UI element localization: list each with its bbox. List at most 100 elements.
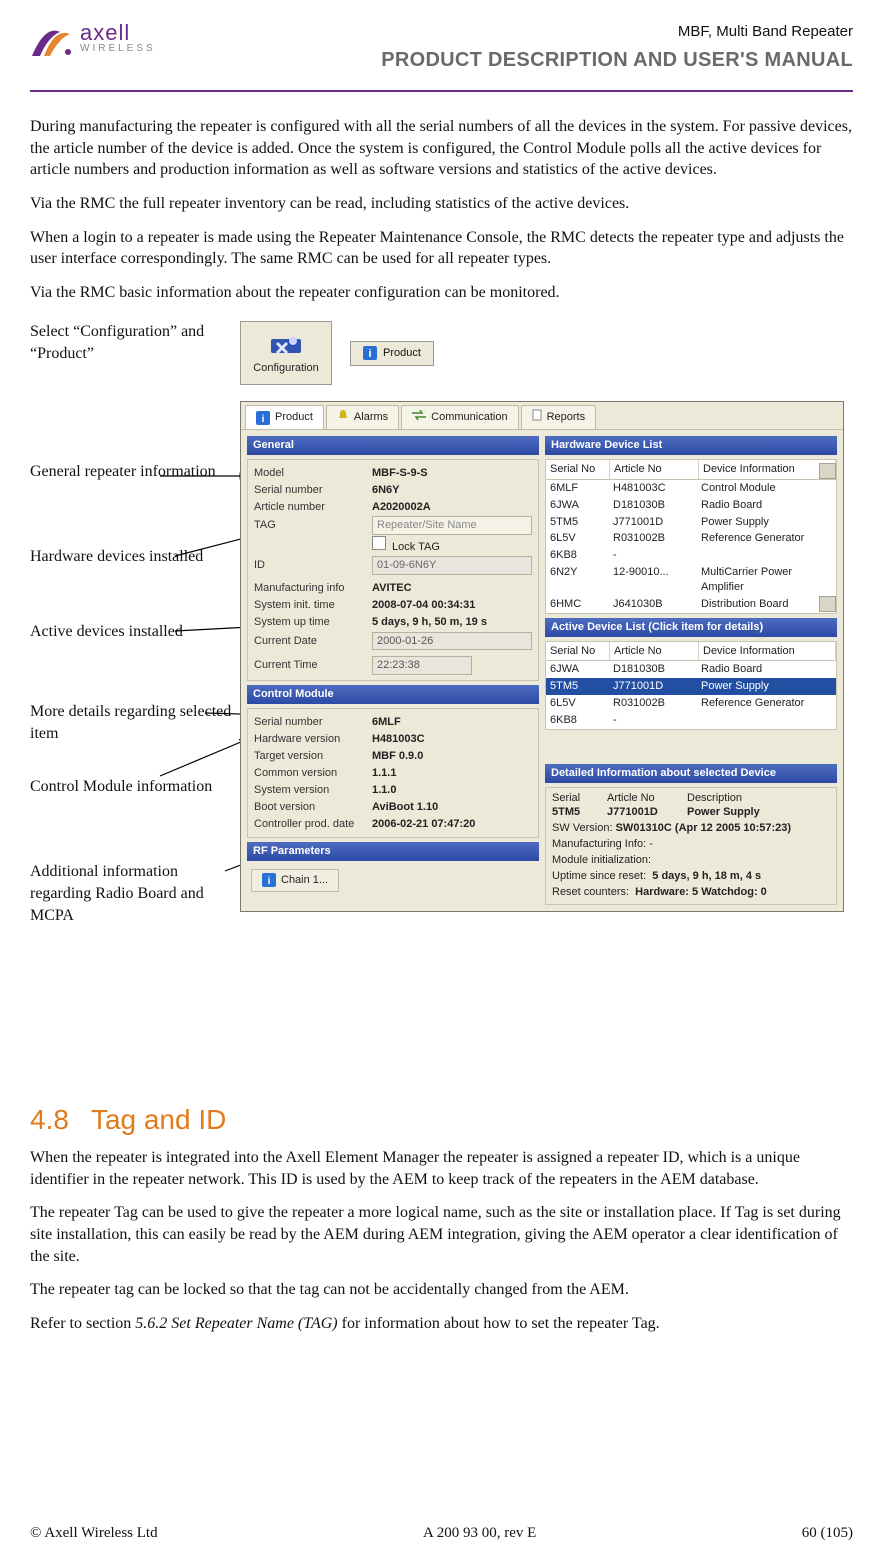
- tab-label: Communication: [431, 410, 507, 425]
- table-cell: R031002B: [609, 530, 697, 547]
- table-cell: 6KB8: [546, 547, 609, 564]
- tab-communication[interactable]: Communication: [401, 405, 518, 429]
- col-header: Device Information: [699, 642, 836, 661]
- tab-alarms[interactable]: Alarms: [326, 405, 399, 429]
- table-row[interactable]: 6KB8-: [546, 712, 836, 729]
- section-header-details: Detailed Information about selected Devi…: [545, 764, 837, 783]
- field-value: AVITEC: [372, 581, 412, 596]
- table-row[interactable]: 6KB8-: [546, 547, 836, 564]
- tab-bar: i Product Alarms Communication Reports: [241, 402, 843, 430]
- table-row[interactable]: 5TM5J771001DPower Supply: [546, 514, 836, 531]
- field-label: TAG: [254, 518, 372, 533]
- control-module-panel: Serial number6MLF Hardware versionH48100…: [247, 708, 539, 838]
- lock-tag-checkbox[interactable]: Lock TAG: [372, 536, 440, 555]
- field-label: SW Version:: [552, 822, 613, 834]
- table-cell: -: [609, 712, 697, 729]
- field-label: Article number: [254, 500, 372, 515]
- table-cell: D181030B: [609, 661, 697, 678]
- field-value: MBF-S-9-S: [372, 466, 428, 481]
- active-device-list[interactable]: Serial No Article No Device Information …: [545, 641, 837, 730]
- table-cell: [697, 547, 836, 564]
- table-cell: 6L5V: [546, 530, 609, 547]
- field-value: 5 days, 9 h, 18 m, 4 s: [652, 870, 761, 882]
- table-row[interactable]: 6N2Y12-90010...MultiCarrier Power Amplif…: [546, 564, 836, 596]
- tab-reports[interactable]: Reports: [521, 405, 597, 429]
- callout-label: General repeater information: [30, 461, 216, 483]
- button-label: Chain 1...: [281, 873, 328, 888]
- table-cell: MultiCarrier Power Amplifier: [697, 564, 836, 596]
- configuration-button[interactable]: Configuration: [240, 321, 332, 385]
- table-cell: 6JWA: [546, 661, 609, 678]
- table-row[interactable]: 6L5VR031002BReference Generator: [546, 695, 836, 712]
- logo-mark-icon: [30, 22, 74, 60]
- field-label: System init. time: [254, 598, 372, 613]
- section-heading: 4.8Tag and ID: [30, 1101, 853, 1139]
- field-value: 2008-07-04 00:34:31: [372, 598, 475, 613]
- scrollbar-thumb[interactable]: [819, 463, 836, 479]
- scrollbar-thumb[interactable]: [819, 596, 836, 612]
- tag-input[interactable]: Repeater/Site Name: [372, 516, 532, 535]
- table-row[interactable]: 6JWAD181030BRadio Board: [546, 497, 836, 514]
- footer-center: A 200 93 00, rev E: [423, 1523, 536, 1543]
- table-cell: Distribution Board: [697, 596, 836, 613]
- tab-label: Reports: [547, 410, 586, 425]
- paragraph: Via the RMC the full repeater inventory …: [30, 193, 853, 215]
- field-label: Hardware version: [254, 732, 372, 747]
- field-value: 1.1.1: [372, 766, 396, 781]
- product-button[interactable]: i Product: [350, 341, 434, 366]
- paragraph: The repeater tag can be locked so that t…: [30, 1279, 853, 1301]
- table-cell: Reference Generator: [697, 530, 836, 547]
- button-label: Configuration: [253, 361, 318, 376]
- table-cell: [697, 712, 836, 729]
- field-label: Common version: [254, 766, 372, 781]
- table-cell: J771001D: [609, 514, 697, 531]
- header-rule: [30, 90, 853, 92]
- table-row[interactable]: 6JWAD181030BRadio Board: [546, 661, 836, 678]
- detail-serial: 5TM5: [552, 805, 607, 820]
- callout-label: Active devices installed: [30, 621, 183, 643]
- field-label: System version: [254, 783, 372, 798]
- section-header-general: General: [247, 436, 539, 455]
- rmc-ui: Configuration i Product i Product: [240, 321, 844, 911]
- col-header: Article No: [610, 460, 699, 479]
- table-cell: -: [609, 547, 697, 564]
- button-label: Product: [383, 346, 421, 361]
- col-header: Article No: [610, 642, 699, 661]
- table-row[interactable]: 6MLFH481003CControl Module: [546, 480, 836, 497]
- table-row[interactable]: 6HMCJ641030BDistribution Board: [546, 596, 836, 613]
- time-input[interactable]: 22:23:38: [372, 656, 472, 675]
- table-cell: 6KB8: [546, 712, 609, 729]
- page-footer: © Axell Wireless Ltd A 200 93 00, rev E …: [30, 1523, 853, 1543]
- table-cell: 6MLF: [546, 480, 609, 497]
- date-input[interactable]: 2000-01-26: [372, 632, 532, 651]
- table-cell: Power Supply: [697, 514, 836, 531]
- page-header: axell WIRELESS MBF, Multi Band Repeater …: [30, 22, 853, 86]
- table-cell: J771001D: [609, 678, 697, 695]
- svg-text:i: i: [262, 414, 265, 425]
- table-row[interactable]: 6L5VR031002BReference Generator: [546, 530, 836, 547]
- hw-device-list[interactable]: Serial No Article No Device Information …: [545, 459, 837, 614]
- field-label: Target version: [254, 749, 372, 764]
- field-label: Model: [254, 466, 372, 481]
- table-cell: Radio Board: [697, 497, 836, 514]
- table-cell: 5TM5: [546, 514, 609, 531]
- table-cell: R031002B: [609, 695, 697, 712]
- callout-label: Select “Configuration” and “Product”: [30, 321, 240, 364]
- tab-label: Product: [275, 410, 313, 425]
- paragraph: Refer to section 5.6.2 Set Repeater Name…: [30, 1313, 853, 1335]
- field-value: 1.1.0: [372, 783, 396, 798]
- table-row[interactable]: 5TM5J771001DPower Supply: [546, 678, 836, 695]
- field-value: 2006-02-21 07:47:20: [372, 817, 475, 832]
- table-cell: 6L5V: [546, 695, 609, 712]
- paragraph: When the repeater is integrated into the…: [30, 1147, 853, 1190]
- chain-button[interactable]: i Chain 1...: [251, 869, 339, 892]
- field-value: 6N6Y: [372, 483, 400, 498]
- tab-product[interactable]: i Product: [245, 405, 324, 429]
- table-cell: D181030B: [609, 497, 697, 514]
- col-header: Serial No: [546, 642, 610, 661]
- id-input[interactable]: 01-09-6N6Y: [372, 556, 532, 575]
- svg-text:i: i: [268, 876, 271, 887]
- table-cell: J641030B: [609, 596, 697, 613]
- field-value: 6MLF: [372, 715, 401, 730]
- section-number: 4.8: [30, 1104, 69, 1135]
